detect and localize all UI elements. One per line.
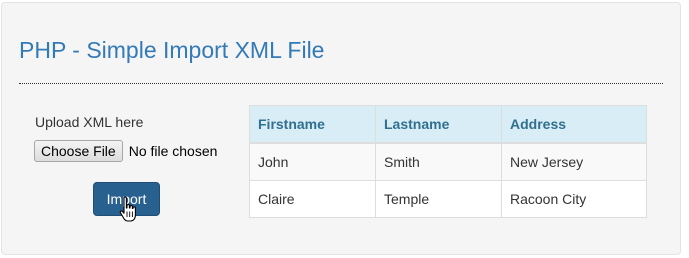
table-header-row: Firstname Lastname Address <box>249 105 647 144</box>
table-cell-lastname: Smith <box>375 142 502 181</box>
title-divider <box>19 83 663 84</box>
choose-file-button[interactable]: Choose File <box>34 140 123 162</box>
column-header-firstname: Firstname <box>249 105 376 144</box>
file-input[interactable]: Choose File No file chosen <box>34 140 217 162</box>
column-header-address: Address <box>501 105 647 144</box>
upload-label: Upload XML here <box>35 114 144 130</box>
table-cell-firstname: Claire <box>249 180 376 218</box>
table-cell-lastname: Temple <box>375 180 502 218</box>
table-row: John Smith New Jersey <box>249 142 647 181</box>
table-row: Claire Temple Racoon City <box>249 180 647 218</box>
table-cell-firstname: John <box>249 142 376 181</box>
table-cell-address: New Jersey <box>501 142 647 181</box>
data-table: Firstname Lastname Address John Smith Ne… <box>249 105 647 218</box>
column-header-lastname: Lastname <box>375 105 502 144</box>
table-cell-address: Racoon City <box>501 180 647 218</box>
hand-pointer-icon <box>119 196 136 222</box>
page-title: PHP - Simple Import XML File <box>19 37 325 63</box>
file-status-text: No file chosen <box>128 143 218 159</box>
